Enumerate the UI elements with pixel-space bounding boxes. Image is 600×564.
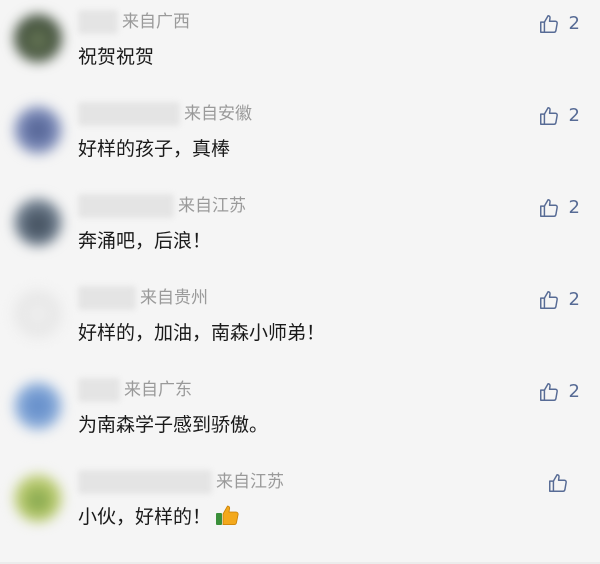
username-blurred[interactable] bbox=[78, 194, 174, 218]
like-button[interactable] bbox=[547, 472, 578, 494]
comment-text: 祝贺祝贺 bbox=[78, 46, 155, 68]
thumbs-up-emoji-icon bbox=[216, 505, 239, 525]
comment-text: 为南森学子感到骄傲。 bbox=[78, 414, 269, 436]
avatar[interactable] bbox=[14, 474, 62, 522]
like-button[interactable]: 2 bbox=[538, 380, 580, 404]
username-blurred[interactable] bbox=[78, 10, 118, 34]
username-blurred[interactable] bbox=[78, 378, 120, 402]
like-count: 2 bbox=[568, 105, 580, 126]
thumbs-up-icon bbox=[539, 107, 558, 125]
comment-item: 来自江苏 小伙，好样的！ bbox=[0, 460, 600, 552]
comment-item: 来自广东 为南森学子感到骄傲。 2 bbox=[0, 368, 600, 460]
comment-text: 好样的孩子，真棒 bbox=[78, 138, 231, 160]
like-button[interactable]: 2 bbox=[538, 12, 580, 36]
comment-location: 来自广东 bbox=[124, 380, 192, 400]
thumbs-up-icon bbox=[539, 199, 558, 217]
like-count: 2 bbox=[568, 289, 580, 310]
username-blurred[interactable] bbox=[78, 102, 180, 126]
avatar[interactable] bbox=[14, 106, 62, 154]
like-button[interactable]: 2 bbox=[538, 288, 580, 312]
like-count: 2 bbox=[568, 197, 580, 218]
avatar[interactable] bbox=[14, 198, 62, 246]
comment-item: 来自贵州 好样的，加油，南森小师弟！ 2 bbox=[0, 276, 600, 368]
comment-text-content: 小伙，好样的！ bbox=[78, 506, 212, 528]
comment-location: 来自安徽 bbox=[184, 104, 252, 124]
like-button[interactable]: 2 bbox=[538, 196, 580, 220]
comment-text: 奔涌吧，后浪！ bbox=[78, 230, 212, 252]
avatar[interactable] bbox=[14, 382, 62, 430]
comment-text: 小伙，好样的！ bbox=[78, 502, 241, 532]
username-blurred[interactable] bbox=[78, 286, 136, 310]
thumbs-up-icon bbox=[539, 383, 558, 401]
comment-location: 来自贵州 bbox=[140, 288, 208, 308]
thumbs-up-icon bbox=[539, 291, 558, 309]
thumbs-up-icon bbox=[549, 474, 567, 492]
comment-item: 来自广西 祝贺祝贺 2 bbox=[0, 0, 600, 92]
like-count: 2 bbox=[568, 381, 580, 402]
like-count: 2 bbox=[568, 13, 580, 34]
username-blurred[interactable] bbox=[78, 470, 212, 494]
comment-text: 好样的，加油，南森小师弟！ bbox=[78, 322, 326, 344]
like-button[interactable]: 2 bbox=[538, 104, 580, 128]
comment-item: 来自安徽 好样的孩子，真棒 2 bbox=[0, 92, 600, 184]
avatar[interactable] bbox=[14, 14, 62, 62]
comment-location: 来自江苏 bbox=[178, 196, 246, 216]
comment-item: 来自江苏 奔涌吧，后浪！ 2 bbox=[0, 184, 600, 276]
thumbs-up-icon bbox=[539, 15, 558, 33]
comment-location: 来自广西 bbox=[122, 12, 190, 32]
comment-location: 来自江苏 bbox=[216, 472, 284, 492]
avatar[interactable] bbox=[14, 290, 62, 338]
